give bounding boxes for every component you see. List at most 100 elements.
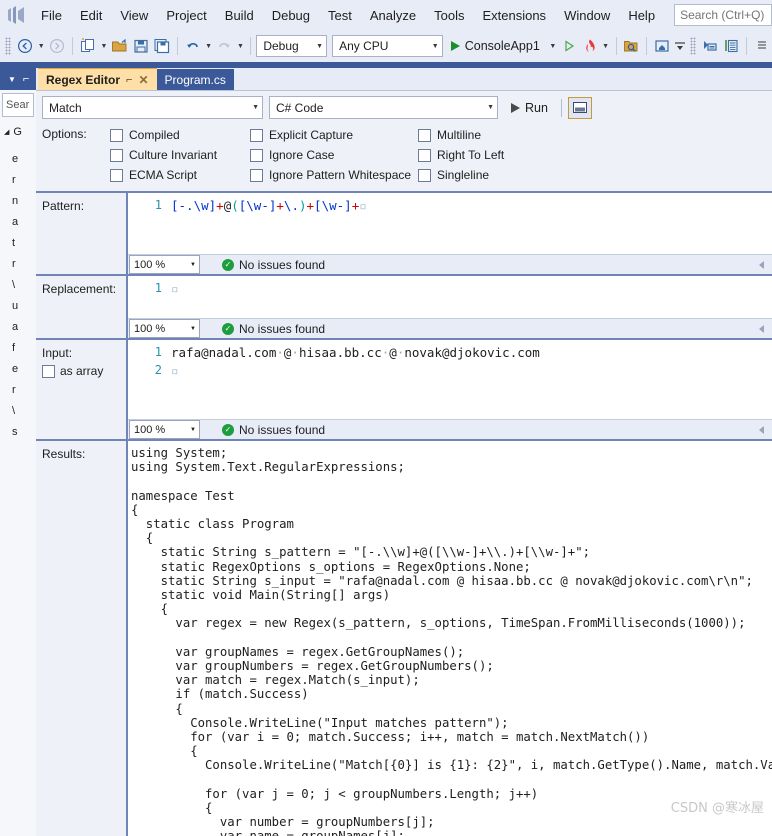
option-ecma-script[interactable]: ECMA Script [110, 165, 250, 185]
checkbox[interactable] [110, 128, 123, 142]
solution-platform-combo[interactable]: Any CPU ▼ [332, 35, 443, 57]
option-compiled[interactable]: Compiled [110, 125, 250, 145]
replacement-editor[interactable]: 1 ▫ [128, 276, 772, 318]
solution-explorer-dropdown-icon[interactable] [673, 35, 686, 57]
solution-configuration-combo[interactable]: Debug ▼ [256, 35, 328, 57]
menu-debug[interactable]: Debug [263, 4, 319, 27]
new-item-dropdown-icon[interactable]: ▼ [99, 35, 109, 57]
menu-analyze[interactable]: Analyze [361, 4, 425, 27]
tree-item[interactable]: f [0, 342, 36, 363]
scroll-left-icon[interactable] [759, 425, 764, 434]
regex-language-combo[interactable]: C# Code ▼ [269, 96, 498, 119]
solution-root-node[interactable]: ◢ G [0, 121, 36, 143]
tab-regex-editor[interactable]: Regex Editor ⌐ ✕ [38, 68, 157, 90]
input-zoom-select[interactable]: 100 % ▼ [129, 420, 200, 439]
replacement-label: Replacement: [42, 282, 117, 296]
checkbox[interactable] [250, 148, 263, 162]
close-icon[interactable]: ✕ [138, 73, 148, 87]
tree-item[interactable]: r [0, 174, 36, 195]
checkbox[interactable] [42, 364, 55, 378]
navigate-back-icon[interactable] [15, 35, 35, 57]
back-dropdown-icon[interactable]: ▼ [36, 35, 46, 57]
checkbox[interactable] [418, 128, 431, 142]
tree-item[interactable]: u [0, 300, 36, 321]
menu-build[interactable]: Build [216, 4, 263, 27]
tree-item[interactable]: e [0, 363, 36, 384]
as-array-checkbox-row[interactable]: as array [42, 364, 126, 378]
solution-search-input[interactable]: Sear [2, 93, 34, 117]
new-item-icon[interactable] [78, 35, 98, 57]
pin-icon[interactable]: ⌐ [126, 74, 132, 86]
toolbox-icon[interactable] [721, 35, 741, 57]
tree-item[interactable]: a [0, 321, 36, 342]
option-multiline[interactable]: Multiline [418, 125, 504, 145]
open-file-icon[interactable] [110, 35, 130, 57]
menu-test[interactable]: Test [319, 4, 361, 27]
overflow-chevron-icon[interactable] [752, 35, 772, 57]
menu-project[interactable]: Project [157, 4, 215, 27]
pin-icon[interactable]: ⌐ [23, 73, 29, 85]
toolbar-grip[interactable] [689, 37, 697, 55]
find-in-files-icon[interactable] [621, 35, 641, 57]
option-ignore-case[interactable]: Ignore Case [250, 145, 418, 165]
tree-item[interactable]: e [0, 153, 36, 174]
tree-item[interactable]: \ [0, 279, 36, 300]
save-all-icon[interactable] [152, 35, 172, 57]
tree-item[interactable]: n [0, 195, 36, 216]
redo-dropdown-icon[interactable]: ▼ [235, 35, 245, 57]
tree-item[interactable]: t [0, 237, 36, 258]
option-label: Ignore Pattern Whitespace [269, 168, 412, 182]
save-icon[interactable] [131, 35, 151, 57]
menu-extensions[interactable]: Extensions [473, 4, 555, 27]
layout-toggle-button[interactable] [567, 96, 592, 119]
pattern-zoom-select[interactable]: 100 % ▼ [129, 255, 200, 274]
undo-icon[interactable] [183, 35, 203, 57]
tree-item[interactable]: \ [0, 405, 36, 426]
properties-window-icon[interactable] [700, 35, 720, 57]
tree-item[interactable]: r [0, 384, 36, 405]
scroll-left-icon[interactable] [759, 260, 764, 269]
input-editor[interactable]: 1 rafa@nadal.com·@·hisaa.bb.cc·@·novak@d… [128, 340, 772, 419]
start-debugging-button[interactable]: ConsoleApp1 [444, 35, 547, 57]
toolbar-grip[interactable] [5, 37, 12, 55]
pattern-editor[interactable]: 1 [-.\w]+@([\w-]+\.)+[\w-]+▫ [128, 193, 772, 254]
option-ignore-pattern-whitespace[interactable]: Ignore Pattern Whitespace [250, 165, 418, 185]
run-button[interactable]: Run [504, 97, 555, 119]
checkbox[interactable] [418, 148, 431, 162]
results-output[interactable]: using System; using System.Text.RegularE… [126, 441, 772, 836]
checkbox[interactable] [110, 148, 123, 162]
replacement-zoom-select[interactable]: 100 % ▼ [129, 319, 200, 338]
option-explicit-capture[interactable]: Explicit Capture [250, 125, 418, 145]
undo-dropdown-icon[interactable]: ▼ [204, 35, 214, 57]
scroll-left-icon[interactable] [759, 324, 764, 333]
checkbox[interactable] [418, 168, 431, 182]
menu-window[interactable]: Window [555, 4, 619, 27]
option-right-to-left[interactable]: Right To Left [418, 145, 504, 165]
menu-tools[interactable]: Tools [425, 4, 473, 27]
checkbox[interactable] [110, 168, 123, 182]
hot-reload-icon[interactable] [580, 35, 600, 57]
tab-program-cs[interactable]: Program.cs [156, 69, 234, 90]
start-dropdown-icon[interactable]: ▼ [548, 35, 558, 57]
menu-edit[interactable]: Edit [71, 4, 111, 27]
status-ok-icon: ✓ [222, 322, 234, 335]
chevron-down-icon[interactable]: ▼ [8, 75, 16, 84]
tree-item[interactable]: r [0, 258, 36, 279]
hot-reload-dropdown-icon[interactable]: ▼ [601, 35, 611, 57]
triangle-expander-icon[interactable]: ◢ [4, 128, 9, 136]
menu-file[interactable]: File [32, 4, 71, 27]
tree-item[interactable]: s [0, 426, 36, 447]
menu-view[interactable]: View [111, 4, 157, 27]
checkbox[interactable] [250, 128, 263, 142]
redo-icon[interactable] [215, 35, 235, 57]
menu-help[interactable]: Help [619, 4, 664, 27]
solution-explorer-icon[interactable] [652, 35, 672, 57]
start-without-debugging-icon[interactable] [559, 35, 579, 57]
quick-search-input[interactable]: Search (Ctrl+Q) [674, 4, 772, 26]
checkbox[interactable] [250, 168, 263, 182]
regex-mode-combo[interactable]: Match ▼ [42, 96, 263, 119]
navigate-forward-icon[interactable] [47, 35, 67, 57]
option-culture-invariant[interactable]: Culture Invariant [110, 145, 250, 165]
option-singleline[interactable]: Singleline [418, 165, 504, 185]
tree-item[interactable]: a [0, 216, 36, 237]
